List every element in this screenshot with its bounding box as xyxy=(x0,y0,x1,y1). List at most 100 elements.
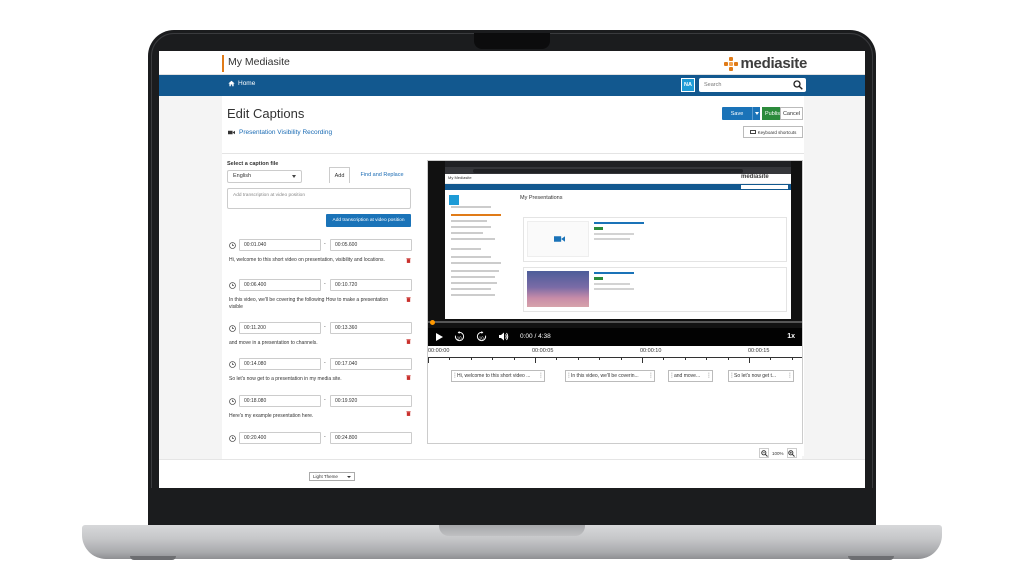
caption-text[interactable]: Here's my example presentation here. xyxy=(229,413,399,420)
timeline-tick xyxy=(599,357,600,360)
logo-mark-icon xyxy=(723,56,738,71)
nav-bar: Home NA Search xyxy=(159,75,865,96)
inner-sidebar-line xyxy=(451,220,487,222)
video-progress-bar[interactable] xyxy=(428,319,802,325)
save-button[interactable]: Save xyxy=(722,107,752,120)
inner-sidebar-line xyxy=(451,248,481,250)
video-player[interactable]: My Mediasite mediasite My Presentations … xyxy=(428,161,802,346)
playback-speed[interactable]: 1x xyxy=(787,333,795,340)
keyboard-shortcuts-label: Keyboard shortcuts xyxy=(757,129,797,135)
user-avatar[interactable]: NA xyxy=(681,78,695,92)
zoom-out-button[interactable] xyxy=(759,448,769,458)
timeline-caption-segment[interactable]: Hi, welcome to this short video ... xyxy=(451,370,545,382)
start-time-field[interactable]: 00:11.200 xyxy=(239,322,321,334)
laptop-foot-right xyxy=(848,556,894,560)
caption-file-value: English xyxy=(233,173,252,179)
timeline-tick xyxy=(578,357,579,360)
rewind-10-icon[interactable]: 10 xyxy=(454,331,465,342)
start-time-field[interactable]: 00:18.080 xyxy=(239,395,321,407)
time-separator: - xyxy=(324,241,326,247)
timeline-label: 00:00:00 xyxy=(428,348,450,354)
keyboard-shortcuts-button[interactable]: Keyboard shortcuts xyxy=(743,126,803,138)
keyboard-icon xyxy=(749,130,756,134)
timeline-tick xyxy=(471,357,472,360)
player-controls: 10 10 0:00 / 4:38 1x xyxy=(428,328,802,346)
start-time-field[interactable]: 00:01.040 xyxy=(239,239,321,251)
laptop-foot-left xyxy=(130,556,176,560)
caption-file-label: Select a caption file xyxy=(227,161,279,167)
play-icon[interactable] xyxy=(436,333,443,341)
page-margin-right xyxy=(802,96,865,459)
add-transcription-button[interactable]: Add transcription at video position xyxy=(326,214,411,227)
time-separator: - xyxy=(324,434,326,440)
time-separator: - xyxy=(324,324,326,330)
trash-icon[interactable] xyxy=(406,296,411,302)
inner-sidebar-line xyxy=(451,282,497,284)
timeline-caption-segment[interactable]: So let's now get t... xyxy=(728,370,794,382)
search-input[interactable]: Search xyxy=(699,78,806,92)
laptop-opening-notch xyxy=(439,525,585,536)
inner-line xyxy=(594,272,634,274)
timeline-caption-segment[interactable]: In this video, we'll be coverin... xyxy=(565,370,655,382)
inner-heading: My Presentations xyxy=(520,195,563,201)
timeline-caption-segment[interactable]: and move... xyxy=(668,370,713,382)
end-time-field[interactable]: 00:19.920 xyxy=(330,395,412,407)
forward-10-icon[interactable]: 10 xyxy=(476,331,487,342)
timeline-tick xyxy=(728,357,729,360)
inner-app-title: My Mediasite xyxy=(448,175,472,180)
transcription-input[interactable]: Add transcription at video position xyxy=(227,188,411,209)
inner-logo: mediasite xyxy=(741,174,769,180)
caption-file-select[interactable]: English xyxy=(227,170,302,183)
trash-icon[interactable] xyxy=(406,374,411,380)
inner-sidebar xyxy=(447,192,513,319)
start-time-field[interactable]: 00:06.400 xyxy=(239,279,321,291)
trash-icon[interactable] xyxy=(406,257,411,263)
end-time-field[interactable]: 00:13.360 xyxy=(330,322,412,334)
start-time-field[interactable]: 00:20.400 xyxy=(239,432,321,444)
trash-icon[interactable] xyxy=(406,338,411,344)
laptop-chin xyxy=(148,488,876,528)
inner-url-box xyxy=(473,168,743,173)
svg-text:10: 10 xyxy=(457,335,462,340)
progress-handle[interactable] xyxy=(430,319,435,325)
search-icon[interactable] xyxy=(793,80,803,90)
end-time-field[interactable]: 00:05.600 xyxy=(330,239,412,251)
volume-icon[interactable] xyxy=(499,332,509,341)
start-time-field[interactable]: 00:14.080 xyxy=(239,358,321,370)
clock-icon xyxy=(229,361,236,368)
clock-icon xyxy=(229,242,236,249)
video-camera-icon xyxy=(554,236,565,242)
end-time-field[interactable]: 00:17.040 xyxy=(330,358,412,370)
tab-add[interactable]: Add xyxy=(329,167,350,183)
inner-line xyxy=(594,238,630,240)
home-link[interactable]: Home xyxy=(228,80,255,87)
end-time-field[interactable]: 00:24.800 xyxy=(330,432,412,444)
chevron-down-icon xyxy=(292,175,296,178)
caption-text[interactable]: So let's now get to a presentation in my… xyxy=(229,376,399,383)
zoom-in-icon xyxy=(788,449,795,457)
clock-icon xyxy=(229,398,236,405)
clock-icon xyxy=(229,282,236,289)
zoom-in-button[interactable] xyxy=(786,448,797,458)
laptop-screen: My Mediasite mediasite Home NA Search Ed… xyxy=(159,51,865,488)
svg-text:10: 10 xyxy=(479,335,484,340)
trash-icon[interactable] xyxy=(406,410,411,416)
save-options-button[interactable] xyxy=(752,107,760,120)
search-placeholder: Search xyxy=(704,82,722,88)
page-margin-left xyxy=(159,96,222,459)
cancel-button[interactable]: Cancel xyxy=(780,107,803,120)
mediasite-logo[interactable]: mediasite xyxy=(723,55,808,72)
recording-link[interactable]: Presentation Visibility Recording xyxy=(228,129,332,136)
caption-text[interactable]: and move in a presentation to channels. xyxy=(229,340,399,347)
logo-text: mediasite xyxy=(740,55,808,72)
tab-find-and-replace[interactable]: Find and Replace xyxy=(353,167,411,183)
inner-sidebar-line xyxy=(451,214,501,216)
caption-timeline[interactable]: 00:00:00 00:00:05 00:00:10 00:00:15 ⋮ Hi… xyxy=(428,348,802,382)
video-camera-icon xyxy=(228,130,235,135)
caption-text[interactable]: Hi, welcome to this short video on prese… xyxy=(229,257,399,264)
theme-select[interactable]: Light Theme xyxy=(309,472,355,481)
app-title[interactable]: My Mediasite xyxy=(228,56,290,68)
end-time-field[interactable]: 00:10.720 xyxy=(330,279,412,291)
inner-presentation-card xyxy=(523,217,787,262)
caption-text[interactable]: In this video, we'll be covering the fol… xyxy=(229,297,389,311)
